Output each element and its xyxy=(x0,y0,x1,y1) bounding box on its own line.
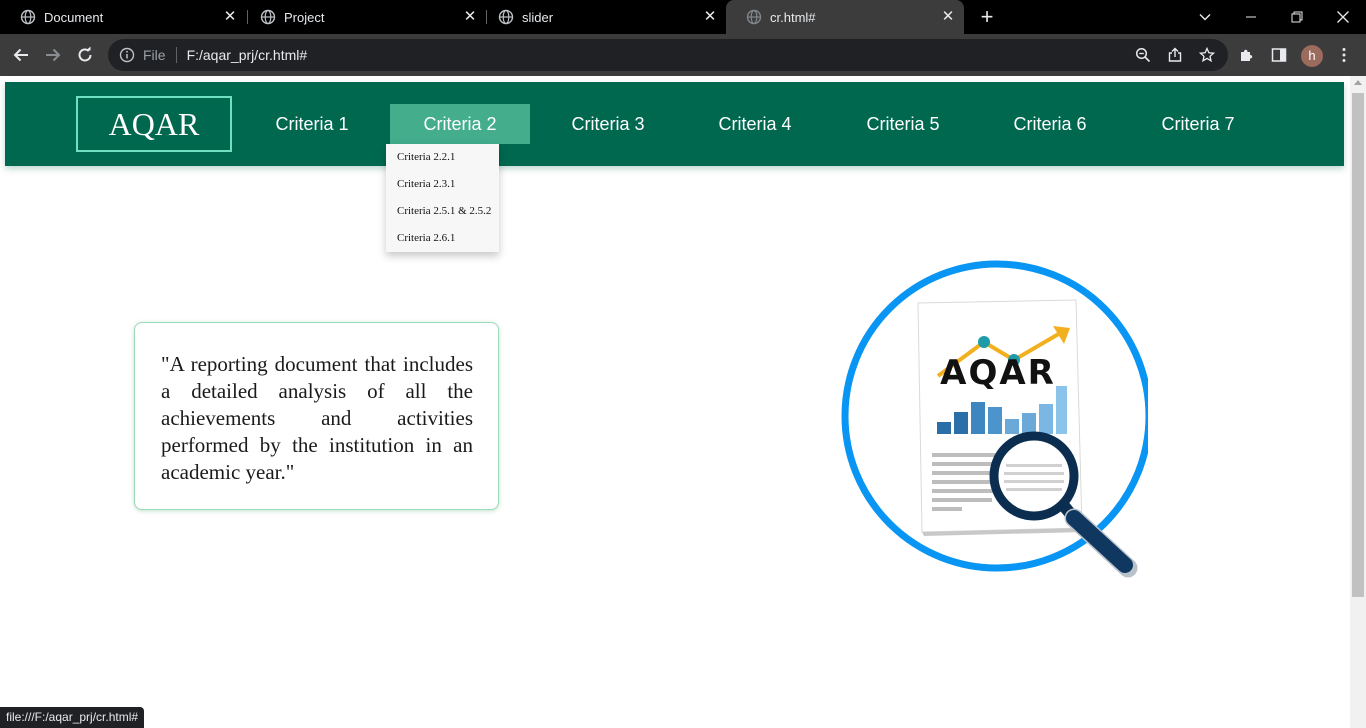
tab-project[interactable]: Project ✕ xyxy=(240,0,486,34)
address-divider xyxy=(175,47,177,63)
close-icon[interactable]: ✕ xyxy=(222,9,238,25)
bookmark-star-icon[interactable] xyxy=(1198,46,1216,64)
profile-avatar[interactable]: h xyxy=(1301,45,1323,67)
globe-icon xyxy=(746,9,762,25)
tab-cr-html[interactable]: cr.html# ✕ xyxy=(726,0,964,34)
side-panel-icon[interactable] xyxy=(1270,46,1288,64)
globe-icon xyxy=(260,9,276,25)
nav-criteria-6[interactable]: Criteria 6 xyxy=(994,104,1106,144)
tab-title: Project xyxy=(284,9,325,25)
description-card: "A reporting document that includes a de… xyxy=(134,322,499,510)
tab-search-chevron-icon[interactable] xyxy=(1182,0,1228,34)
scroll-up-arrow-icon[interactable] xyxy=(1354,80,1362,85)
new-tab-button[interactable]: + xyxy=(976,6,998,28)
minimize-button[interactable] xyxy=(1228,0,1274,34)
zoom-out-icon[interactable] xyxy=(1134,46,1152,64)
tab-title: cr.html# xyxy=(770,9,816,25)
close-icon[interactable]: ✕ xyxy=(940,9,956,25)
tab-title: slider xyxy=(522,9,554,25)
browser-toolbar: File F:/aqar_prj/cr.html# h xyxy=(0,34,1366,76)
link-status-bubble: file:///F:/aqar_prj/cr.html# xyxy=(0,707,145,728)
page-viewport: AQAR Criteria 1 Criteria 2 Criteria 3 Cr… xyxy=(0,76,1350,728)
tab-strip: Document ✕ Project ✕ slider ✕ cr.html# ✕… xyxy=(0,0,1366,34)
reload-button[interactable] xyxy=(72,42,98,68)
info-icon[interactable] xyxy=(119,47,135,63)
extensions-puzzle-icon[interactable] xyxy=(1238,46,1256,64)
more-menu-icon[interactable] xyxy=(1335,46,1353,64)
url-text[interactable]: F:/aqar_prj/cr.html# xyxy=(187,47,308,63)
tab-slider[interactable]: slider ✕ xyxy=(478,0,726,34)
share-icon[interactable] xyxy=(1166,46,1184,64)
back-button[interactable] xyxy=(8,42,34,68)
description-quote: "A reporting document that includes a de… xyxy=(161,352,473,484)
close-icon[interactable]: ✕ xyxy=(462,9,478,25)
site-logo[interactable]: AQAR xyxy=(76,96,232,152)
tab-document[interactable]: Document ✕ xyxy=(0,0,246,34)
restore-button[interactable] xyxy=(1274,0,1320,34)
nav-criteria-4[interactable]: Criteria 4 xyxy=(699,104,811,144)
dropdown-item-2-5-1-2-5-2[interactable]: Criteria 2.5.1 & 2.5.2 xyxy=(397,203,491,219)
globe-icon xyxy=(498,9,514,25)
aqar-report-illustration: AQAR xyxy=(841,260,1148,578)
dropdown-item-2-2-1[interactable]: Criteria 2.2.1 xyxy=(397,149,455,165)
vertical-scrollbar[interactable] xyxy=(1350,76,1366,728)
nav-criteria-3[interactable]: Criteria 3 xyxy=(552,104,664,144)
address-bar[interactable]: File F:/aqar_prj/cr.html# xyxy=(108,39,1228,71)
nav-criteria-5[interactable]: Criteria 5 xyxy=(847,104,959,144)
illustration-title: AQAR xyxy=(940,353,1056,393)
globe-icon xyxy=(20,9,36,25)
dropdown-item-2-6-1[interactable]: Criteria 2.6.1 xyxy=(397,230,455,246)
nav-criteria-7[interactable]: Criteria 7 xyxy=(1142,104,1254,144)
scheme-label: File xyxy=(143,47,166,63)
nav-criteria-1[interactable]: Criteria 1 xyxy=(256,104,368,144)
forward-button[interactable] xyxy=(40,42,66,68)
site-navbar: AQAR Criteria 1 Criteria 2 Criteria 3 Cr… xyxy=(5,82,1344,166)
close-window-button[interactable] xyxy=(1320,0,1366,34)
nav-criteria-2[interactable]: Criteria 2 xyxy=(390,104,530,144)
criteria-2-dropdown: Criteria 2.2.1 Criteria 2.3.1 Criteria 2… xyxy=(386,144,499,252)
close-icon[interactable]: ✕ xyxy=(702,9,718,25)
scroll-thumb[interactable] xyxy=(1352,93,1364,597)
dropdown-item-2-3-1[interactable]: Criteria 2.3.1 xyxy=(397,176,455,192)
tab-title: Document xyxy=(44,9,104,25)
